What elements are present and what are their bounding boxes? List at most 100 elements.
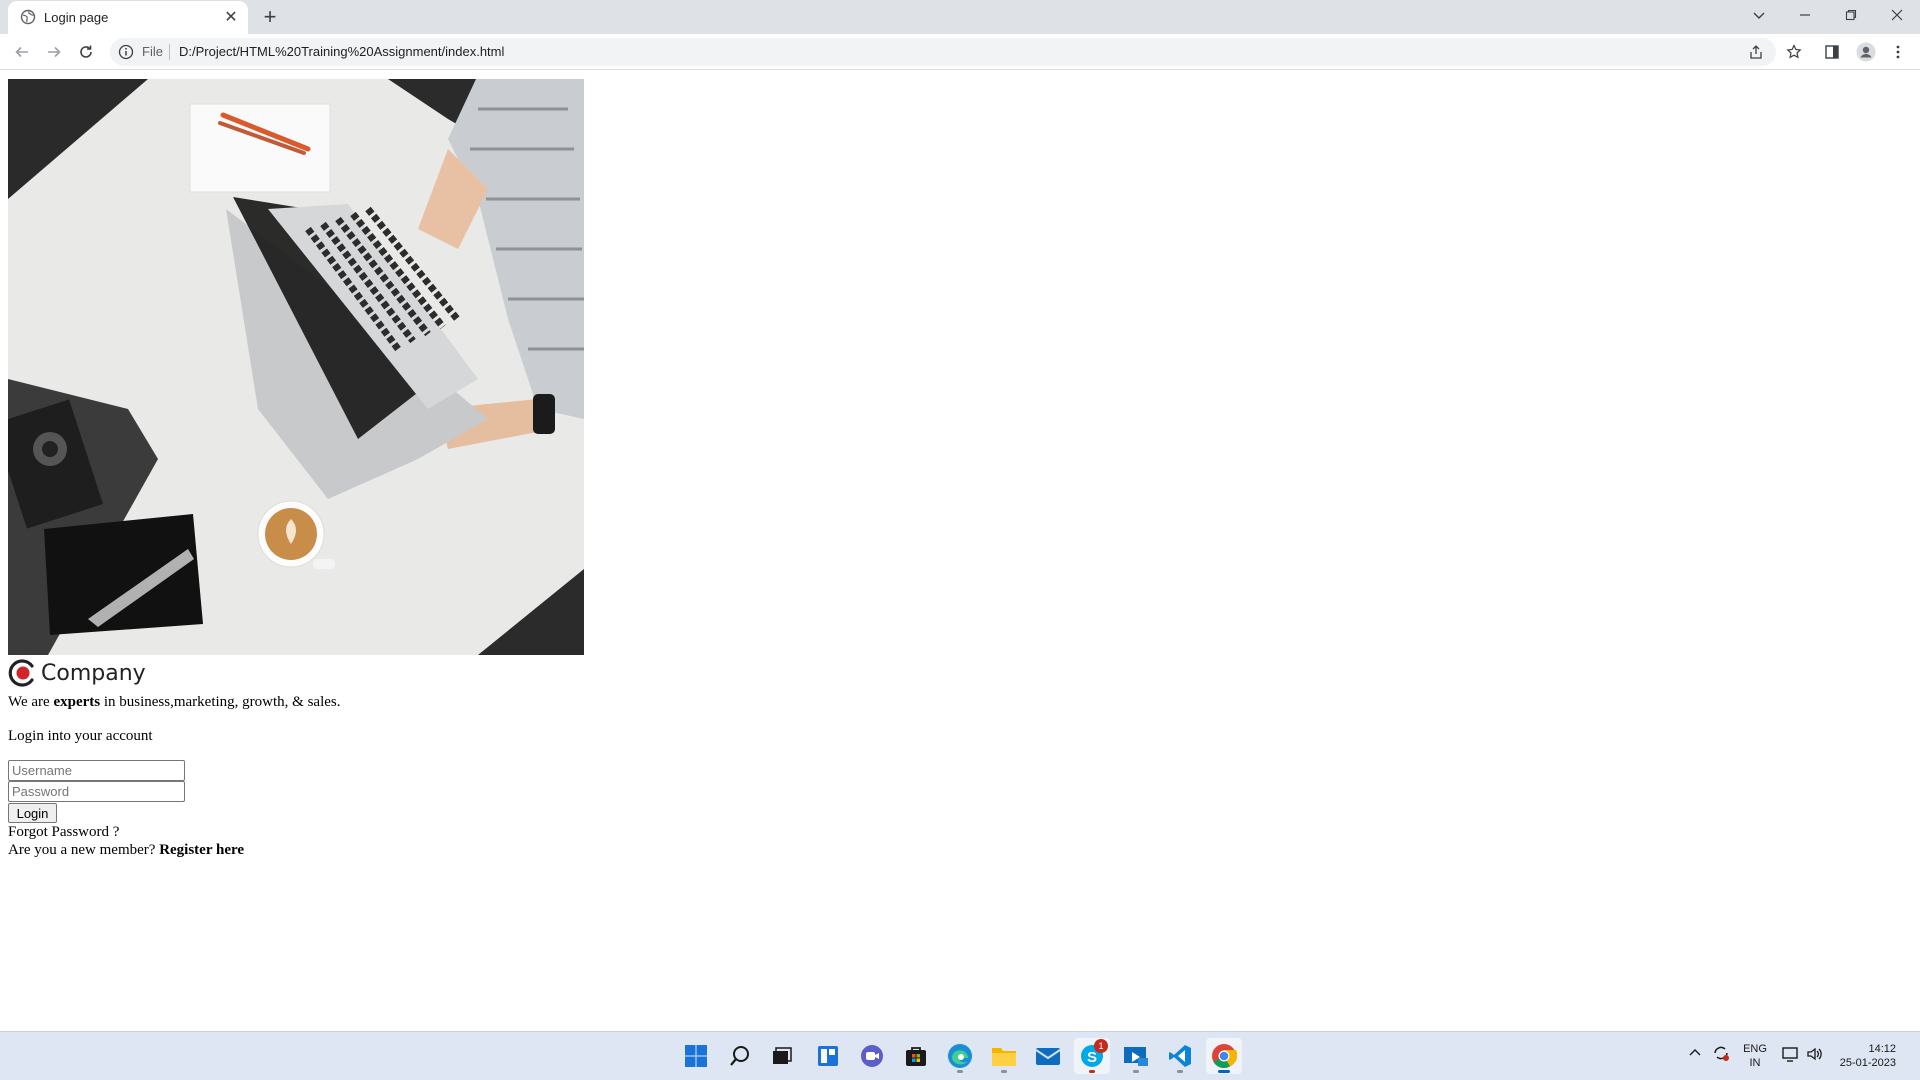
widgets-icon (818, 1046, 838, 1066)
language-indicator[interactable]: ENG IN (1742, 1042, 1768, 1070)
remote-desktop-icon (1124, 1047, 1148, 1066)
avatar-icon (1856, 42, 1876, 62)
scheme-label: File (142, 44, 163, 59)
region-code: IN (1749, 1057, 1761, 1069)
store-icon (906, 1047, 926, 1066)
tagline-suffix: in business,marketing, growth, & sales. (100, 694, 341, 710)
reload-icon (80, 45, 92, 58)
running-indicator (1133, 1070, 1139, 1073)
share-icon[interactable] (1748, 44, 1764, 60)
edge-button[interactable] (942, 1038, 978, 1074)
task-view-button[interactable] (764, 1038, 800, 1074)
edge-icon (948, 1044, 972, 1068)
chevron-down-icon (1753, 12, 1765, 19)
chrome-icon (1212, 1044, 1237, 1069)
profile-button[interactable] (1856, 42, 1876, 62)
arrow-right-icon (48, 46, 61, 58)
url-text[interactable]: D:/Project/HTML%20Training%20Assignment/… (179, 44, 504, 59)
reload-button[interactable] (72, 38, 100, 66)
register-link[interactable]: Register here (159, 842, 244, 858)
clock[interactable]: 14:12 25-01-2023 (1836, 1042, 1896, 1070)
running-indicator (1218, 1070, 1230, 1073)
running-indicator (1177, 1070, 1183, 1073)
forgot-password-link[interactable]: Forgot Password ? (8, 824, 119, 841)
star-icon (1786, 44, 1802, 59)
widgets-button[interactable] (810, 1038, 846, 1074)
chevron-up-icon (1689, 1049, 1701, 1056)
info-icon[interactable] (118, 44, 134, 60)
back-button[interactable] (8, 38, 36, 66)
address-bar[interactable]: File D:/Project/HTML%20Training%20Assign… (110, 38, 1776, 66)
brand-name: Company (41, 660, 146, 686)
globe-icon (20, 9, 36, 25)
browser-toolbar: File D:/Project/HTML%20Training%20Assign… (0, 34, 1920, 70)
clock-date: 25-01-2023 (1839, 1057, 1896, 1069)
arrow-left-icon (15, 46, 28, 58)
minimize-button[interactable] (1782, 0, 1828, 30)
side-panel-icon (1825, 45, 1839, 59)
login-button[interactable]: Login (8, 803, 57, 823)
password-input[interactable] (8, 781, 185, 802)
restore-button[interactable] (1828, 0, 1874, 30)
tagline-prefix: We are (8, 694, 54, 710)
close-window-button[interactable] (1874, 0, 1920, 30)
network-button[interactable] (1782, 1046, 1800, 1066)
store-button[interactable] (898, 1038, 934, 1074)
restore-icon (1845, 9, 1857, 21)
teams-chat-button[interactable] (854, 1038, 890, 1074)
mail-icon (1035, 1048, 1061, 1065)
tagline: We are experts in business,marketing, gr… (8, 694, 340, 711)
chrome-button[interactable] (1206, 1038, 1242, 1074)
volume-button[interactable] (1806, 1046, 1824, 1066)
new-tab-button[interactable]: + (258, 4, 282, 29)
chat-icon (861, 1045, 883, 1067)
forward-button[interactable] (40, 38, 68, 66)
taskbar: S 1 ENG IN 14:12 25-01-2023 (0, 1031, 1920, 1080)
notification-badge: 1 (1094, 1039, 1108, 1053)
side-panel-button[interactable] (1822, 42, 1842, 62)
close-tab-icon[interactable]: ✕ (222, 8, 240, 26)
bookmark-button[interactable] (1784, 42, 1804, 62)
page-viewport: Company We are experts in business,marke… (0, 71, 1920, 1031)
sync-icon (1714, 1046, 1729, 1061)
task-view-icon (773, 1047, 792, 1064)
vscode-icon (1169, 1045, 1191, 1067)
tab-login-page[interactable]: Login page ✕ (8, 1, 248, 34)
username-input[interactable] (8, 760, 185, 781)
clock-time: 14:12 (1868, 1043, 1896, 1055)
start-button[interactable] (678, 1038, 714, 1074)
running-indicator (1089, 1070, 1095, 1073)
menu-button[interactable] (1888, 42, 1908, 62)
tab-strip: Login page ✕ + (0, 0, 1920, 34)
show-hidden-icons-button[interactable] (1688, 1046, 1702, 1064)
login-heading: Login into your account (8, 728, 153, 744)
search-icon (730, 1046, 749, 1066)
mail-button[interactable] (1030, 1038, 1066, 1074)
company-logo-icon (8, 659, 34, 687)
tab-title: Login page (44, 10, 109, 25)
remote-app-button[interactable] (1118, 1038, 1154, 1074)
close-icon (1891, 9, 1903, 21)
file-explorer-button[interactable] (986, 1038, 1022, 1074)
more-vert-icon (1896, 45, 1900, 59)
search-button[interactable] (722, 1038, 758, 1074)
running-indicator (957, 1070, 963, 1073)
register-line: Are you a new member? Register here (8, 842, 244, 859)
brand: Company (8, 658, 146, 688)
svg-text:S: S (1087, 1049, 1097, 1066)
omnibox-divider (169, 44, 170, 60)
language-code: ENG (1743, 1043, 1767, 1055)
vscode-button[interactable] (1162, 1038, 1198, 1074)
speaker-icon (1807, 1047, 1822, 1061)
windows-icon (685, 1045, 707, 1067)
tagline-emphasis: experts (53, 694, 101, 710)
sync-status-button[interactable] (1712, 1044, 1730, 1066)
register-prompt: Are you a new member? (8, 842, 160, 858)
folder-icon (992, 1048, 1016, 1066)
network-icon (1782, 1047, 1798, 1062)
running-indicator (1001, 1070, 1007, 1073)
tab-search-button[interactable] (1736, 0, 1782, 30)
skype-button[interactable]: S 1 (1074, 1038, 1110, 1074)
minimize-icon (1800, 14, 1810, 16)
hero-image (8, 79, 584, 655)
